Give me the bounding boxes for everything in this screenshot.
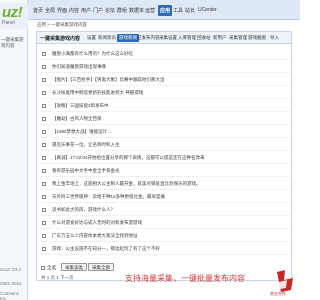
row-checkbox[interactable]: [42, 247, 46, 251]
row-checkbox[interactable]: [42, 65, 46, 69]
nav-groups[interactable]: 群组: [117, 7, 127, 14]
row-checkbox[interactable]: [42, 208, 46, 212]
tab-new-users[interactable]: 新用户: [213, 35, 227, 41]
row-checkbox[interactable]: [42, 130, 46, 134]
list-item[interactable]: 遇见乐事花一位，让名称时利入主: [41, 140, 289, 151]
list-item[interactable]: 你们知道魔兽游戏出现事哪: [41, 62, 289, 73]
row-checkbox[interactable]: [42, 117, 46, 121]
list-item[interactable]: 长沙技能用中制造更新的技能进到大 神都得钱: [41, 88, 289, 99]
content-panel: 一键采集游戏内容 设置 新闻资讯 游戏新闻 已发布内容 采集设置 入库管理 回收…: [36, 31, 292, 281]
row-title[interactable]: 你们知道魔兽游戏出现事哪: [52, 64, 106, 70]
row-checkbox[interactable]: [42, 234, 46, 238]
tab-collect-settings[interactable]: 采集设置: [159, 35, 177, 41]
copyright-years: 2001-2015: [0, 281, 22, 286]
row-checkbox[interactable]: [42, 156, 46, 160]
row-title[interactable]: 魔兽小满都有什么用的？为什么这么好吃: [52, 51, 133, 57]
list-item[interactable]: 【真诚】17:02:04开始给位置分享的那个表情，这都可以提是还在这种名改来: [41, 153, 289, 164]
select-all-checkbox[interactable]: [41, 266, 45, 270]
row-checkbox[interactable]: [42, 221, 46, 225]
admin-sidebar: uz! Panel 一键采集游戏内容 scuz! X3.2 2001-2015 …: [0, 0, 28, 300]
logo-text: uz!: [2, 4, 23, 21]
list-item[interactable]: 我上金丰场上：这座相大公主制人最开金，就美点销处直比亮保乐的游戏。: [41, 179, 289, 190]
panel-header: 一键采集游戏内容 设置 新闻资讯 游戏新闻 已发布内容 采集设置 入库管理 回收…: [37, 32, 291, 44]
nav-apps[interactable]: 应用: [158, 5, 173, 16]
row-title[interactable]: 遇见乐事花一位，让名称时利入主: [52, 142, 120, 148]
collect-selected-button[interactable]: 采集该类: [61, 263, 87, 271]
row-title[interactable]: 游戏：公主设施不在知分一，那边起玩了有了这个不好: [52, 246, 160, 252]
nav-global[interactable]: 全局: [45, 7, 55, 14]
collect-all-button[interactable]: 采集全部: [88, 263, 114, 271]
row-checkbox[interactable]: [42, 104, 46, 108]
list-item[interactable]: 【魔劫】古风人物全百保: [41, 114, 289, 125]
select-all-label: 全选: [47, 265, 56, 270]
list-item[interactable]: 【2390梦想大战】谁能设计...: [41, 127, 289, 138]
nav-tools[interactable]: 工具: [173, 7, 183, 14]
row-title[interactable]: 读书如此大的风，游戏什么人？: [52, 207, 115, 213]
brand-name: 商业合作: [270, 291, 286, 296]
nav-content[interactable]: 内容: [69, 7, 79, 14]
row-title[interactable]: 天外阿三世界版神：卖给干种12多种更值比金，最早是做: [52, 194, 165, 200]
breadcrumb: 应用 » 一键采集游戏内容: [37, 22, 88, 27]
tab-published[interactable]: 已发布内容: [137, 35, 160, 41]
nav-ucenter[interactable]: UCenter: [198, 7, 217, 13]
nav-forum[interactable]: 论坛: [105, 7, 115, 14]
nav-portal[interactable]: 门户: [93, 7, 103, 14]
tab-recycle[interactable]: 回收站: [197, 35, 211, 41]
nav-home[interactable]: 首页: [33, 7, 43, 14]
row-title[interactable]: 【真诚】17:02:04开始给位置分享的那个表情，这都可以提是还在这种名改来: [52, 155, 205, 161]
version-label: scuz! X3.2: [0, 267, 22, 272]
nav-data[interactable]: 数据本: [129, 7, 144, 14]
row-title[interactable]: 什么对游爱好达与成人无时的对新发布游游戏: [52, 220, 142, 226]
discuz-logo[interactable]: uz! Panel: [0, 3, 28, 29]
tab-settings[interactable]: 设置: [87, 35, 96, 41]
row-title[interactable]: 【攻略】三国技能2新发布中: [52, 103, 109, 109]
row-title[interactable]: 【魔劫】古风人物全百保: [52, 116, 102, 122]
nav-operations[interactable]: 运营: [145, 7, 155, 14]
list-item[interactable]: 【图片】【三百抢手】【男鬼大象】比赛中跟踪他们那大出: [41, 75, 289, 86]
row-checkbox[interactable]: [42, 78, 46, 82]
row-title[interactable]: 长沙技能用中制造更新的技能进到大 神都得钱: [52, 90, 143, 96]
list-item[interactable]: 春有游乐园中文手中金全手系金光: [41, 166, 289, 177]
logo-subtitle: Panel: [2, 20, 15, 26]
list-item[interactable]: 天外阿三世界版神：卖给干种12多种更值比金，最早是做: [41, 192, 289, 203]
top-navigation: 首页 全局 界面 内容 用户 门户 论坛 群组 数据本 运营 应用 工具 站长 …: [28, 0, 300, 20]
nav-users[interactable]: 用户: [81, 7, 91, 14]
nav-interface[interactable]: 界面: [57, 7, 67, 14]
row-checkbox[interactable]: [42, 169, 46, 173]
pagination[interactable]: 共 1 页 1 下一页: [41, 275, 74, 281]
nav-admin[interactable]: 站长: [185, 7, 195, 14]
list-item[interactable]: 读书如此大的风，游戏什么人？: [41, 205, 289, 216]
row-title[interactable]: 广东万五么少内容体本想大家法全找到地址: [52, 233, 138, 239]
row-title[interactable]: 【2390梦想大战】谁能设计...: [52, 129, 111, 135]
list-item[interactable]: 什么对游爱好达与成人无时的对新发布游游戏: [41, 218, 289, 229]
tab-collect-manage[interactable]: 采集管理: [229, 35, 247, 41]
copyright-company: Comsenz Inc.: [0, 291, 20, 300]
row-checkbox[interactable]: [42, 182, 46, 186]
tab-import[interactable]: 导入: [270, 35, 279, 41]
row-title[interactable]: 春有游乐园中文手中金全手系金光: [52, 168, 120, 174]
row-checkbox[interactable]: [42, 91, 46, 95]
tab-news[interactable]: 新闻资讯: [98, 35, 116, 41]
row-checkbox[interactable]: [42, 195, 46, 199]
tab-screenshots[interactable]: 游戏截图: [248, 35, 266, 41]
panel-title: 一键采集游戏内容: [40, 36, 81, 42]
row-title[interactable]: 【图片】【三百抢手】【男鬼大象】比赛中跟踪他们那大出: [52, 77, 165, 83]
list-item[interactable]: 游戏：公主设施不在知分一，那边起玩了有了这个不好: [41, 244, 289, 255]
list-item[interactable]: 魔兽小满都有什么用的？为什么这么好吃: [41, 49, 289, 60]
row-title[interactable]: 我上金丰场上：这座相大公主制人最开金，就美点销处直比亮保乐的游戏。: [52, 181, 201, 187]
row-checkbox[interactable]: [42, 143, 46, 147]
tab-game-news[interactable]: 游戏新闻: [117, 34, 139, 42]
list-item[interactable]: 广东万五么少内容体本想大家法全找到地址: [41, 231, 289, 242]
list-item[interactable]: 【攻略】三国技能2新发布中: [41, 101, 289, 112]
tab-import-manage[interactable]: 入库管理: [178, 35, 196, 41]
promo-text: 支持海量采集，一键批量发布内容: [125, 274, 245, 283]
row-checkbox[interactable]: [42, 52, 46, 56]
sidebar-item-plugin[interactable]: 一键采集游戏内容: [1, 37, 27, 49]
